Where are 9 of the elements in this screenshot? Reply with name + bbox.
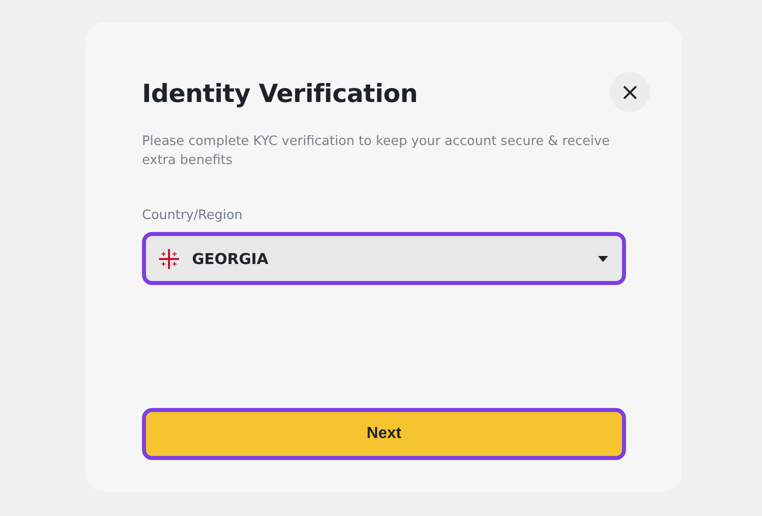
next-button[interactable]: Next [142, 408, 626, 460]
country-select[interactable]: GEORGIA [142, 232, 626, 285]
description-text: Please complete KYC verification to keep your account secure & receive extra benefits [142, 133, 611, 170]
country-value: GEORGIA [192, 250, 270, 268]
flag-icon [158, 248, 180, 270]
close-button[interactable]: × [610, 72, 650, 112]
caret-icon [598, 256, 608, 262]
field-label: Country/Region [142, 208, 244, 223]
dialog-title: Identity Verification [142, 78, 418, 108]
